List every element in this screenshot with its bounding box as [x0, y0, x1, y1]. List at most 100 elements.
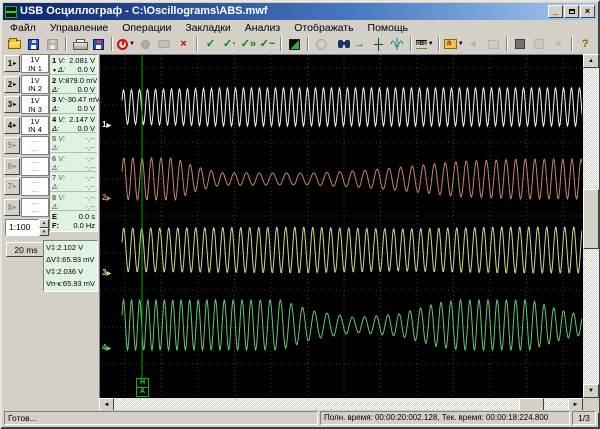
channel-7-button[interactable]: 7▸ [4, 178, 20, 195]
oscilloscope-plot[interactable]: Н А 1▶ 2▶ 3▶ 4▶ [99, 54, 583, 398]
app-window: USB Осциллограф - C:\Oscillograms\ABS.mw… [0, 0, 600, 429]
binoculars-icon [338, 40, 343, 48]
ratio-down-button[interactable]: ▼ [39, 228, 49, 237]
channel-4-marker[interactable]: 4▶ [102, 343, 111, 354]
waveform-channel-4 [122, 300, 582, 350]
channel-1-scale-select[interactable]: 1VIN 1 [21, 54, 49, 73]
frame-tool-button[interactable] [484, 36, 503, 53]
square-dark-icon [515, 39, 525, 49]
clear-button[interactable]: × [549, 36, 568, 53]
vertical-scroll-thumb[interactable] [583, 189, 599, 249]
menu-item-7[interactable]: Помощь [361, 21, 416, 35]
cursor-flag[interactable]: Н А [136, 378, 149, 397]
power-icon [117, 39, 128, 50]
channel-6-scale-select[interactable]: ------ [21, 157, 49, 176]
menu-item-2[interactable]: Управление [43, 21, 115, 35]
channel-4-readout: 4 V:2.147 VΔ:0.0 V [50, 114, 97, 134]
menu-item-1[interactable]: Файл [3, 21, 43, 35]
channel-input-value: --- [22, 147, 48, 156]
channel-3-scale-select[interactable]: 1VIN 3 [21, 95, 49, 114]
channel-8-scale-select[interactable]: ------ [21, 198, 49, 217]
channel-input-value: IN 3 [22, 106, 48, 115]
print-button[interactable] [70, 36, 89, 53]
help-button[interactable]: ? [576, 36, 595, 53]
labels-mode-button[interactable]: ▼ [443, 36, 465, 53]
channel-2-button[interactable]: 2▸ [4, 76, 20, 93]
frame-gray-icon [488, 40, 499, 49]
menu-item-5[interactable]: Анализ [238, 21, 287, 35]
units-mode-icon: НВН [416, 40, 427, 49]
scroll-up-button[interactable]: ▲ [583, 54, 599, 68]
vertical-scrollbar[interactable]: ▲ ▼ [583, 54, 599, 398]
record-button[interactable] [136, 36, 155, 53]
channel-7-readout: 7 V:-,--Δ:-,-- [50, 172, 97, 192]
abc-icon [444, 39, 457, 49]
wave-cursor-icon [390, 38, 404, 50]
accept-wave-button[interactable]: ✓~ [258, 36, 277, 53]
channel-2-marker[interactable]: 2▶ [102, 193, 111, 204]
goto-position-button[interactable]: → [350, 36, 369, 53]
channel-3-marker[interactable]: 3▶ [102, 268, 111, 279]
snapshot-button[interactable] [155, 36, 174, 53]
save-image-button[interactable] [89, 36, 108, 53]
accept-next-button[interactable]: ✓· [220, 36, 239, 53]
channel-4-scale-select[interactable]: 1VIN 4 [21, 116, 49, 135]
channel-input-value: IN 4 [22, 126, 48, 135]
measurements-box: V‡:2.102 VΔV‡:65.93 mVV‡:2.036 VVп-к:65.… [43, 240, 98, 292]
waveform-channel-3 [122, 227, 582, 272]
channel-8-button[interactable]: 8▸ [4, 199, 20, 216]
channel-5-scale-select[interactable]: ------ [21, 136, 49, 155]
accept-all-button[interactable]: ✓» [239, 36, 258, 53]
channel-2-scale-select[interactable]: 1VIN 2 [21, 75, 49, 94]
toolbar-separator [506, 37, 508, 51]
power-button[interactable]: ▼ [116, 36, 136, 53]
toolbar-separator [196, 37, 198, 51]
channel-7-scale-select[interactable]: ------ [21, 177, 49, 196]
printer-icon [73, 39, 86, 49]
channel-input-value: --- [22, 188, 48, 197]
dropdown-arrow-icon: ▼ [129, 41, 135, 47]
x-gray-icon: × [555, 39, 561, 50]
menu-item-6[interactable]: Отображать [287, 21, 360, 35]
web-button[interactable] [312, 36, 331, 53]
channel-3-readout: 3 V:-30.47 mVΔ:0.0 V [50, 94, 97, 114]
channel-input-value: --- [22, 167, 48, 176]
status-bar: Готов... Полн. время: 00:00:20:002.128, … [3, 410, 597, 426]
timebase-button[interactable]: 20 ms [6, 242, 46, 257]
vertical-cursor-button[interactable] [369, 36, 388, 53]
search-button[interactable] [331, 36, 350, 53]
channel-4-button[interactable]: 4▸ [4, 117, 20, 134]
units-mode-button[interactable]: НВН▼ [415, 36, 435, 53]
save-all-button[interactable] [43, 36, 62, 53]
waveform-cursor-button[interactable] [388, 36, 407, 53]
delete-record-button[interactable]: × [174, 36, 193, 53]
invert-display-button[interactable] [285, 36, 304, 53]
minimize-button[interactable]: _ [548, 5, 563, 18]
restore-button[interactable] [564, 5, 579, 18]
open-file-button[interactable] [5, 36, 24, 53]
invert-icon [289, 39, 300, 50]
menu-item-3[interactable]: Операции [115, 21, 178, 35]
channel-1-marker[interactable]: 1▶ [102, 120, 111, 131]
pointer-tool-button[interactable] [465, 36, 484, 53]
floppy-icon [28, 39, 39, 50]
pointer-gray-icon [470, 40, 479, 49]
toolbar-separator [111, 37, 113, 51]
scroll-down-button[interactable]: ▼ [583, 384, 599, 398]
color-box-button[interactable] [511, 36, 530, 53]
channel-3-button[interactable]: 3▸ [4, 96, 20, 113]
close-button[interactable]: × [580, 5, 595, 18]
divider-ratio-value[interactable]: 1:100 [5, 219, 39, 236]
channel-6-button[interactable]: 6▸ [4, 158, 20, 175]
save-file-button[interactable] [24, 36, 43, 53]
measurement-line: Vп-к:65.93 mV [46, 278, 95, 290]
accept-button[interactable]: ✓ [201, 36, 220, 53]
channel-input-value: IN 2 [22, 85, 48, 94]
channel-5-button[interactable]: 5▸ [4, 137, 20, 154]
menu-item-4[interactable]: Закладки [178, 21, 237, 35]
channel-1-button[interactable]: 1▸ [4, 55, 20, 72]
ratio-up-button[interactable]: ▲ [39, 219, 49, 228]
arrow-green-icon: → [354, 39, 365, 50]
overlay-button[interactable] [530, 36, 549, 53]
floppy-gray-icon [47, 39, 58, 50]
